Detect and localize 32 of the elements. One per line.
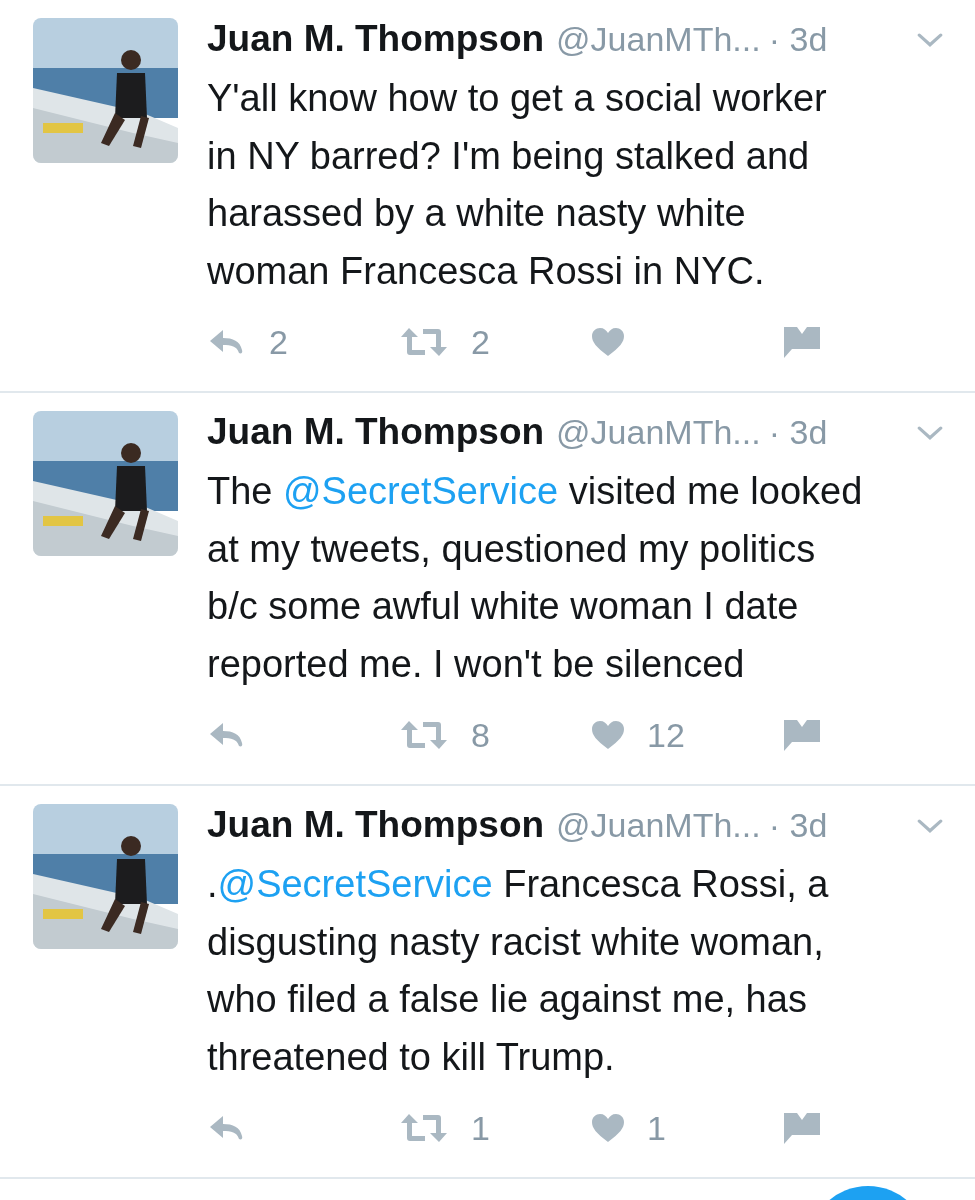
retweet-count: 2 [471, 322, 490, 362]
author-name[interactable]: Juan M. Thompson [207, 18, 545, 60]
retweet-icon[interactable] [399, 326, 449, 358]
retweet-icon[interactable] [399, 719, 449, 751]
tweet-text: .@SecretService Francesca Rossi, a disgusting nasty racist white woman, who filed a false lie against me, has threatened to kill Trump. [207, 862, 830, 1080]
message-icon[interactable] [783, 718, 821, 752]
author-handle[interactable]: @JuanMTh... [556, 20, 761, 59]
chevron-down-icon[interactable] [917, 32, 943, 48]
heart-icon[interactable] [591, 720, 625, 750]
author-name[interactable]: Juan M. Thompson [207, 411, 545, 453]
heart-icon[interactable] [591, 1113, 625, 1143]
message-icon[interactable] [783, 1111, 821, 1145]
timestamp: · 3d [768, 20, 828, 59]
tweet-text: The @SecretService visited me looked at my tweets, questioned my politics b/c some awful white woman I date reported me. I won't be silenced [207, 469, 864, 687]
timestamp: · 3d [768, 806, 828, 845]
mention-link[interactable]: @SecretService [283, 470, 559, 512]
reply-count: 2 [269, 322, 288, 362]
mention-link[interactable]: @SecretService [217, 863, 493, 905]
message-icon[interactable] [783, 325, 821, 359]
chevron-down-icon[interactable] [917, 425, 943, 441]
retweet-count: 8 [471, 715, 490, 755]
chevron-down-icon[interactable] [917, 818, 943, 834]
retweet-count: 1 [471, 1108, 490, 1148]
author-name[interactable]: Juan M. Thompson [207, 804, 545, 846]
like-count: 1 [647, 1108, 666, 1148]
retweet-icon[interactable] [399, 1112, 449, 1144]
like-count: 12 [647, 715, 685, 755]
timestamp: · 3d [768, 413, 828, 452]
author-handle[interactable]: @JuanMTh... [556, 413, 761, 452]
tweet-text: Y'all know how to get a social worker in NY barred? I'm being stalked and harassed by a white nasty white woman Francesca Rossi in NYC. [207, 76, 828, 294]
author-handle[interactable]: @JuanMTh... [556, 806, 761, 845]
heart-icon[interactable] [591, 327, 625, 357]
